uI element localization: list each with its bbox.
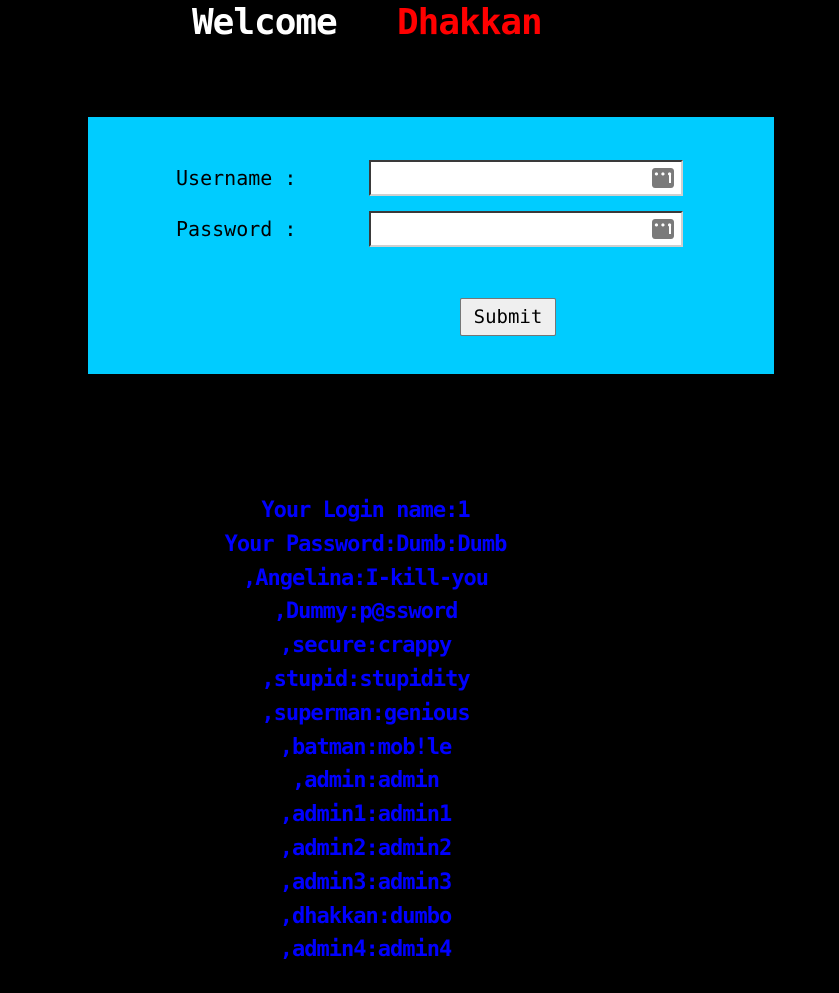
password-input[interactable] (369, 211, 683, 247)
password-manager-key-icon[interactable]: ••• (652, 219, 674, 239)
login-form: Username : ••• Password : ••• Submit (88, 117, 774, 374)
output-line: ,superman:genious (261, 700, 470, 726)
username-input[interactable] (369, 160, 683, 196)
output-line: ,batman:mob!le (279, 734, 452, 760)
output-line: ,admin:admin (292, 768, 440, 794)
welcome-header: Welcome Dhakkan (0, 0, 839, 46)
output-line: ,admin3:admin3 (279, 869, 452, 895)
welcome-text: Welcome (192, 2, 338, 43)
output-line: ,stupid:stupidity (261, 666, 470, 692)
submit-button[interactable]: Submit (460, 298, 556, 336)
output-line: Your Password:Dumb:Dumb (224, 531, 508, 557)
password-label: Password : (176, 217, 297, 241)
output-line: ,Angelina:I-kill-you (243, 565, 489, 591)
output-line: ,admin2:admin2 (279, 835, 452, 861)
welcome-name: Dhakkan (397, 2, 543, 43)
password-manager-key-icon[interactable]: ••• (652, 168, 674, 188)
query-output: Your Login name:1 Your Password:Dumb:Dum… (0, 494, 731, 967)
output-line: ,admin1:admin1 (279, 802, 452, 828)
output-line: ,admin4:admin4 (279, 937, 452, 963)
output-line: ,dhakkan:dumbo (279, 903, 452, 929)
output-line: ,Dummy:p@ssword (273, 599, 459, 625)
output-line: Your Login name:1 (261, 498, 470, 523)
username-label: Username : (176, 166, 297, 190)
output-line: ,secure:crappy (279, 633, 452, 659)
